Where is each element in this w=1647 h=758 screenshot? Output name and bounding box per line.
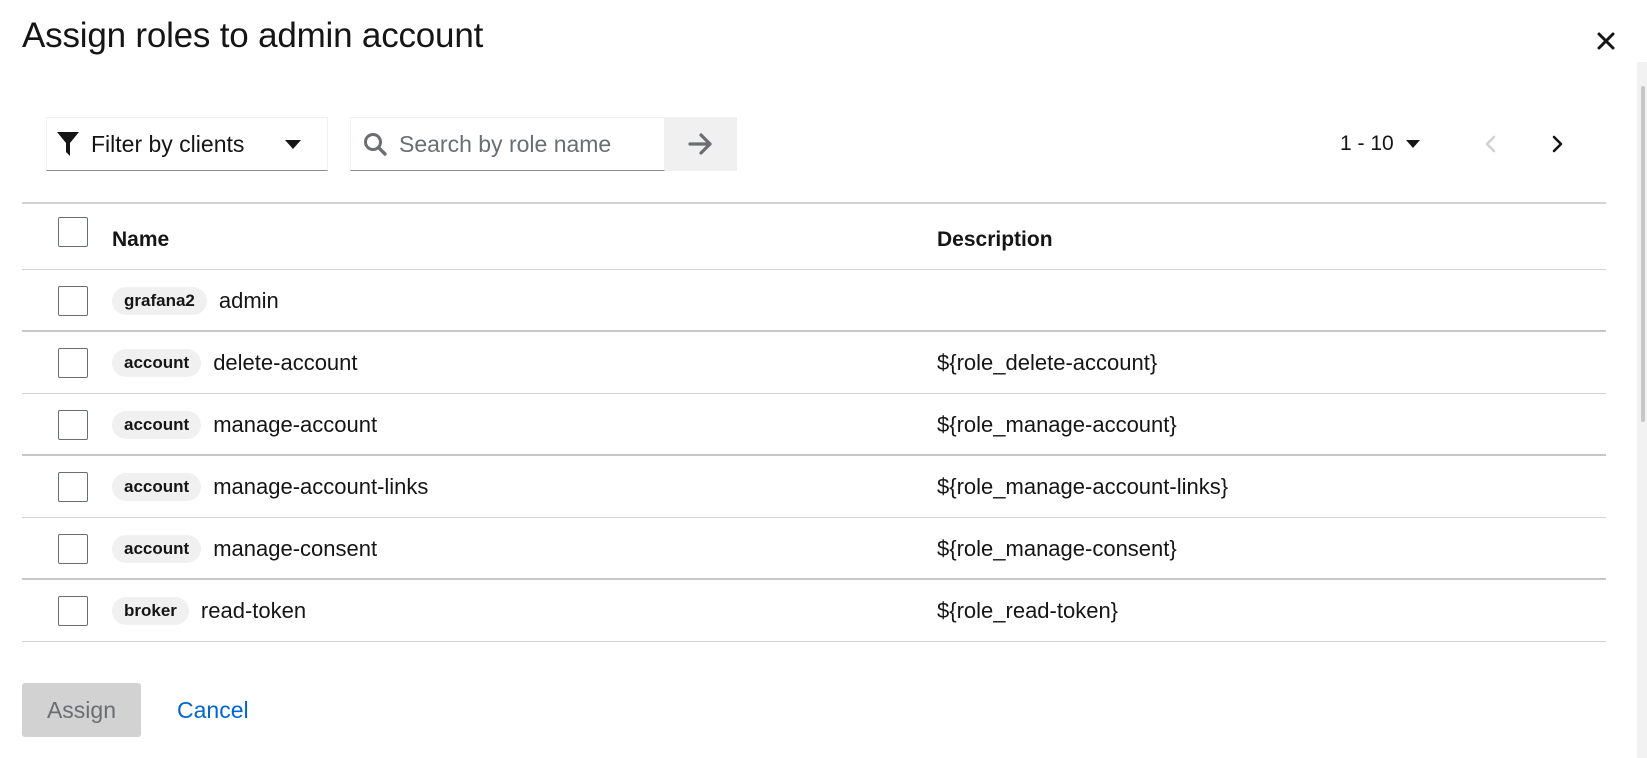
cancel-button[interactable]: Cancel — [177, 683, 249, 737]
table-row: account manage-consent ${role_manage-con… — [22, 518, 1606, 580]
client-badge: account — [112, 535, 202, 563]
modal-title: Assign roles to admin account — [22, 16, 484, 55]
search-field[interactable] — [350, 117, 665, 171]
role-description: ${role_manage-consent} — [937, 536, 1177, 561]
role-name: admin — [218, 288, 279, 313]
client-badge: account — [112, 349, 202, 377]
table-header: Name Description — [22, 204, 1606, 270]
client-badge: broker — [112, 597, 189, 625]
row-select-checkbox[interactable] — [58, 472, 88, 502]
role-name-cell: grafana2 admin — [112, 270, 279, 332]
row-select-checkbox[interactable] — [58, 410, 88, 440]
role-description: ${role_delete-account} — [937, 350, 1158, 375]
chevron-left-icon — [1485, 135, 1496, 153]
table-row: grafana2 admin — [22, 270, 1606, 332]
row-select-checkbox[interactable] — [58, 348, 88, 378]
chevron-right-icon — [1552, 135, 1563, 153]
client-badge: account — [112, 411, 202, 439]
role-name: read-token — [200, 598, 307, 623]
table-row: account manage-account ${role_manage-acc… — [22, 394, 1606, 456]
client-badge: account — [112, 473, 202, 501]
pagination-range: 1 - 10 — [1340, 132, 1394, 155]
next-page-button[interactable] — [1542, 128, 1574, 160]
role-name: manage-consent — [213, 536, 378, 561]
select-all-checkbox[interactable] — [58, 217, 88, 247]
role-name-cell: account manage-account-links — [112, 456, 428, 518]
role-name: manage-account — [213, 412, 378, 437]
role-name-cell: broker read-token — [112, 580, 306, 642]
search-icon — [364, 133, 387, 156]
close-icon — [1597, 32, 1615, 50]
role-description: ${role_manage-account} — [937, 412, 1177, 437]
row-select-checkbox[interactable] — [58, 534, 88, 564]
search-submit-button[interactable] — [665, 117, 737, 171]
role-name-cell: account manage-consent — [112, 518, 377, 580]
table-row: broker read-token ${role_read-token} — [22, 580, 1606, 642]
role-description: ${role_manage-account-links} — [937, 474, 1229, 499]
caret-down-icon — [285, 140, 301, 149]
row-select-checkbox[interactable] — [58, 286, 88, 316]
role-name: delete-account — [213, 350, 358, 375]
arrow-right-icon — [688, 133, 712, 155]
search-input[interactable] — [399, 130, 659, 158]
previous-page-button[interactable] — [1474, 128, 1506, 160]
role-name-cell: account manage-account — [112, 394, 377, 456]
pagination-per-page-toggle[interactable]: 1 - 10 — [1340, 126, 1420, 162]
close-button[interactable] — [1591, 26, 1621, 56]
column-header-description: Description — [937, 228, 1053, 251]
filter-icon — [57, 132, 79, 156]
client-badge: grafana2 — [112, 287, 207, 315]
role-name: manage-account-links — [213, 474, 429, 499]
role-description: ${role_read-token} — [937, 598, 1119, 623]
row-select-checkbox[interactable] — [58, 596, 88, 626]
assign-button[interactable]: Assign — [22, 683, 141, 737]
assign-roles-modal: Assign roles to admin account Filter by … — [0, 0, 1647, 758]
roles-table: Name Description grafana2 admin account … — [22, 202, 1606, 642]
column-header-name: Name — [112, 228, 170, 251]
filter-by-clients-dropdown[interactable]: Filter by clients — [46, 117, 328, 171]
caret-down-icon — [1405, 139, 1420, 148]
table-row: account manage-account-links ${role_mana… — [22, 456, 1606, 518]
role-name-cell: account delete-account — [112, 332, 358, 394]
scrollbar-thumb[interactable] — [1641, 86, 1645, 422]
filter-dropdown-label: Filter by clients — [91, 130, 245, 157]
table-row: account delete-account ${role_delete-acc… — [22, 332, 1606, 394]
